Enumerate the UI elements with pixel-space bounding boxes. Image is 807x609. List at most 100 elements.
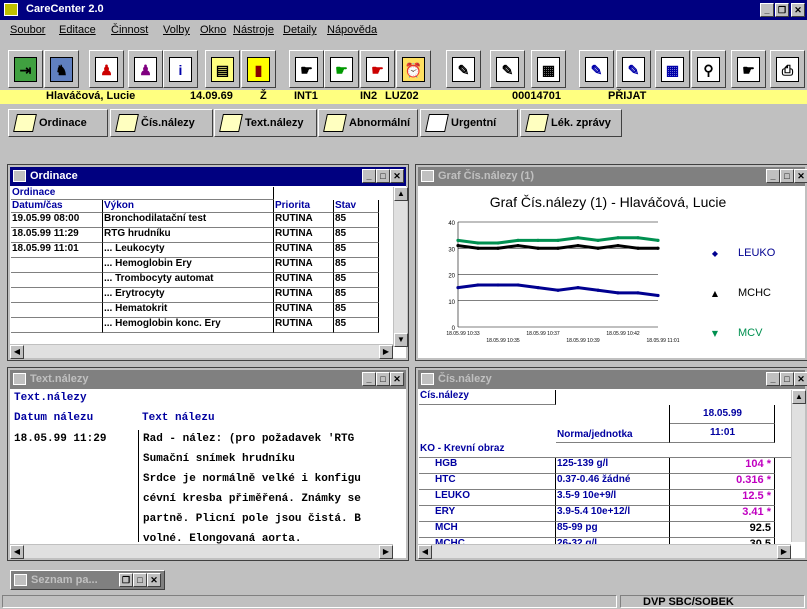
ordinace-window[interactable]: Ordinace _ □ ✕ Ordinace Datum/čas Výkon … (7, 164, 409, 361)
row-stav[interactable]: 85 (334, 228, 379, 243)
cis-nalezy-window[interactable]: Čís.nálezy _ □ ✕ Čís.nálezy Norma/jednot… (415, 367, 807, 561)
menu-volby[interactable]: Volby (163, 24, 190, 36)
vertical-scrollbar[interactable]: ▲ ▼ (393, 187, 408, 347)
row-stav[interactable]: 85 (334, 303, 379, 318)
close-button[interactable]: ✕ (147, 573, 161, 587)
row-vykon[interactable]: ... Hemoglobin Ery (103, 258, 274, 273)
row-priorita[interactable]: RUTINA (274, 243, 334, 258)
close-button[interactable]: ✕ (794, 169, 807, 183)
scroll-right-arrow[interactable]: ▶ (777, 545, 791, 559)
row-vykon[interactable]: RTG hrudníku (103, 228, 274, 243)
restore-button[interactable]: ❐ (119, 573, 133, 587)
print-tool-button[interactable]: ⎙ (770, 50, 805, 88)
close-button[interactable]: ✕ (390, 169, 404, 183)
maximize-button[interactable]: □ (376, 372, 390, 386)
horizontal-scrollbar[interactable]: ◀ ▶ (10, 344, 393, 359)
add-edit-tool-button-2[interactable]: ✎ (616, 50, 651, 88)
row-priorita[interactable]: RUTINA (274, 318, 334, 333)
close-button[interactable]: ✕ (390, 372, 404, 386)
lab-name[interactable]: HTC (419, 474, 556, 490)
col-datum-nalezu[interactable]: Datum nálezu (14, 412, 93, 424)
hand-doc-tool-button[interactable]: ☛ (731, 50, 766, 88)
lab-value[interactable]: 0.316 * (670, 474, 775, 490)
col-vykon[interactable]: Výkon (103, 200, 274, 213)
book-tool-button[interactable]: ▤ (205, 50, 240, 88)
scroll-up-arrow[interactable]: ▲ (792, 390, 806, 404)
maximize-button[interactable]: □ (133, 573, 147, 587)
horizontal-scrollbar[interactable]: ◀ ▶ (418, 544, 791, 559)
row-stav[interactable]: 85 (334, 258, 379, 273)
edit-tool-button-1[interactable]: ✎ (446, 50, 481, 88)
vertical-scrollbar[interactable]: ▲ (791, 390, 806, 542)
menu-soubor[interactable]: Soubor (10, 24, 45, 36)
lab-name[interactable]: HGB (419, 458, 556, 474)
row-datum[interactable]: 18.05.99 11:29 (11, 228, 103, 243)
close-button[interactable]: ✕ (794, 372, 807, 386)
tab-abnormalni[interactable]: Abnormální (318, 109, 418, 137)
col-stav[interactable]: Stav (334, 200, 379, 213)
lab-value[interactable]: 92.5 (670, 522, 775, 538)
tab-lek-zpravy[interactable]: Lék. zprávy (520, 109, 622, 137)
minimize-button[interactable]: _ (766, 169, 780, 183)
scroll-right-arrow[interactable]: ▶ (379, 545, 393, 559)
close-button[interactable]: ✕ (791, 3, 805, 17)
maximize-button[interactable]: □ (780, 169, 794, 183)
tab-urgentni[interactable]: Urgentní (420, 109, 518, 137)
tab-text-nalezy[interactable]: Text.nálezy (214, 109, 317, 137)
maximize-button[interactable]: □ (376, 169, 390, 183)
minimize-button[interactable]: _ (362, 372, 376, 386)
scroll-up-arrow[interactable]: ▲ (394, 187, 408, 201)
row-datum[interactable]: 19.05.99 08:00 (11, 213, 103, 228)
row-vykon[interactable]: ... Trombocyty automat (103, 273, 274, 288)
row-datum[interactable] (11, 273, 103, 288)
row-datum[interactable] (11, 288, 103, 303)
menu-cinnost[interactable]: Činnost (111, 24, 148, 36)
col-text-nalezu[interactable]: Text nálezu (142, 412, 215, 424)
lab-name[interactable]: ERY (419, 506, 556, 522)
col-date[interactable]: 18.05.99 (670, 405, 775, 424)
family-tool-button[interactable]: ♟ (128, 50, 163, 88)
row-stav[interactable]: 85 (334, 318, 379, 333)
add-edit-tool-button-1[interactable]: ✎ (579, 50, 614, 88)
lab-value[interactable]: 104 * (670, 458, 775, 474)
menu-detaily[interactable]: Detaily (283, 24, 317, 36)
tab-cis-nalezy[interactable]: Čís.nálezy (110, 109, 213, 137)
person-tool-button[interactable]: ♟ (89, 50, 124, 88)
scroll-left-arrow[interactable]: ◀ (10, 545, 24, 559)
col-time[interactable]: 11:01 (670, 424, 775, 443)
row-stav[interactable]: 85 (334, 288, 379, 303)
text-nalezy-window[interactable]: Text.nálezy _ □ ✕ Text.nálezy Datum nále… (7, 367, 409, 561)
minimize-button[interactable]: _ (766, 372, 780, 386)
row-priorita[interactable]: RUTINA (274, 288, 334, 303)
lab-value[interactable]: 12.5 * (670, 490, 775, 506)
lab-name[interactable]: LEUKO (419, 490, 556, 506)
row-datum[interactable] (11, 318, 103, 333)
menu-okno[interactable]: Okno (200, 24, 226, 36)
edit-tool-button-2[interactable]: ✎ (490, 50, 525, 88)
col-priorita[interactable]: Priorita (274, 200, 334, 213)
row-priorita[interactable]: RUTINA (274, 273, 334, 288)
hand-tool-button[interactable]: ☛ (289, 50, 324, 88)
minimize-button[interactable]: _ (760, 3, 774, 17)
row-vykon[interactable]: ... Hemoglobin konc. Ery (103, 318, 274, 333)
time-person-tool-button[interactable]: ⏰ (396, 50, 431, 88)
row-priorita[interactable]: RUTINA (274, 258, 334, 273)
info-tool-button[interactable]: i (163, 50, 198, 88)
row-datum[interactable] (11, 258, 103, 273)
exit-tool-button[interactable]: ⇥ (8, 50, 43, 88)
restore-button[interactable]: ❐ (775, 3, 789, 17)
lab-value[interactable]: 3.41 * (670, 506, 775, 522)
scroll-left-arrow[interactable]: ◀ (418, 545, 432, 559)
minimize-button[interactable]: _ (362, 169, 376, 183)
row-priorita[interactable]: RUTINA (274, 303, 334, 318)
row-vykon[interactable]: ... Leukocyty (103, 243, 274, 258)
lab-name[interactable]: MCH (419, 522, 556, 538)
finding-text[interactable]: Rad - nález: (pro požadavek 'RTG Sumační… (138, 430, 393, 545)
row-stav[interactable]: 85 (334, 273, 379, 288)
row-stav[interactable]: 85 (334, 213, 379, 228)
minimized-window[interactable]: Seznam pa... ❐ □ ✕ (10, 570, 165, 590)
row-vykon[interactable]: ... Erytrocyty (103, 288, 274, 303)
chart-tool-button[interactable]: ▮ (241, 50, 276, 88)
tab-ordinace[interactable]: Ordinace (8, 109, 108, 137)
finding-date[interactable]: 18.05.99 11:29 (14, 433, 106, 445)
